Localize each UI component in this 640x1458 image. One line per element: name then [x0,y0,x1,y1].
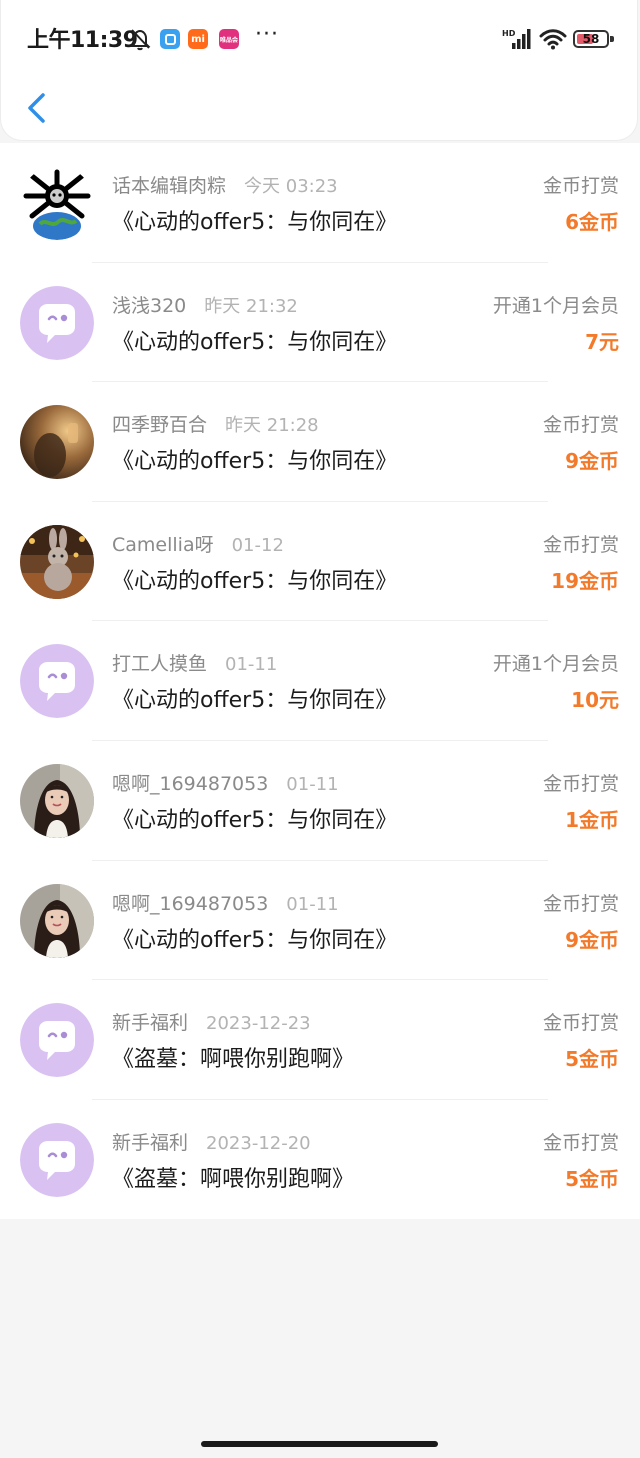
cellular-signal-icon: HD [502,29,531,49]
network-type-label: HD [502,29,516,38]
record-username[interactable]: 嗯啊_169487053 [112,773,268,795]
status-time: 上午11:39 [27,28,138,53]
record-username-line: 嗯啊_169487053 01-11 [112,769,339,796]
reward-records-page: 上午11:39 mi 唯品会 ··· HD 58 话本编辑肉粽 今天 03:23… [0,0,640,1458]
vip-app-icon: 唯品会 [219,29,239,49]
avatar[interactable] [20,763,94,838]
record-row[interactable]: 嗯啊_169487053 01-11 《心动的offer5：与你同在》 金币打赏 1金币 [0,741,640,861]
record-book-title[interactable]: 《盗墓：啊喂你别跑啊》 [112,1161,354,1193]
avatar[interactable] [20,644,94,719]
record-username-line: 打工人摸鱼 01-11 [112,649,277,676]
record-reward-amount: 19金币 [551,568,619,593]
status-bar: 上午11:39 mi 唯品会 ··· HD 58 [1,0,640,80]
record-username-line: 话本编辑肉粽 今天 03:23 [112,171,338,198]
home-indicator[interactable] [201,1441,438,1447]
record-username-line: 浅浅320 昨天 21:32 [112,291,298,318]
reward-records-list: 话本编辑肉粽 今天 03:23 《心动的offer5：与你同在》 金币打赏 6金币 浅浅3… [0,143,640,1220]
record-reward-amount: 7元 [585,329,619,354]
record-username[interactable]: 新手福利 [112,1132,188,1154]
record-reward-amount: 9金币 [565,449,619,474]
record-reward-type: 金币打赏 [542,1012,619,1035]
record-reward-amount: 9金币 [565,927,619,952]
record-reward-type: 开通1个月会员 [492,294,619,317]
record-time: 2023-12-23 [206,1013,311,1035]
record-book-title[interactable]: 《心动的offer5：与你同在》 [112,922,397,954]
record-username-line: 嗯啊_169487053 01-11 [112,889,339,916]
record-username[interactable]: 新手福利 [112,1012,188,1034]
record-username-line: 新手福利 2023-12-20 [112,1128,311,1155]
record-book-title[interactable]: 《心动的offer5：与你同在》 [112,204,397,236]
avatar[interactable] [20,405,94,480]
record-reward-amount: 10元 [571,688,619,713]
record-row[interactable]: 四季野百合 昨天 21:28 《心动的offer5：与你同在》 金币打赏 9金币 [0,382,640,502]
record-book-title[interactable]: 《心动的offer5：与你同在》 [112,324,397,356]
record-username[interactable]: 话本编辑肉粽 [112,175,226,197]
record-reward-type: 开通1个月会员 [492,653,619,676]
record-reward-amount: 1金币 [565,807,619,832]
record-username[interactable]: Camellia呀 [112,534,214,556]
mi-app-icon: mi [188,29,208,49]
record-time: 01-11 [286,773,339,795]
avatar[interactable] [20,883,94,958]
record-reward-amount: 5金币 [565,1166,619,1191]
avatar[interactable] [20,285,94,360]
more-notifications-icon: ··· [255,22,279,47]
avatar[interactable] [20,1122,94,1197]
record-time: 01-11 [225,654,278,676]
record-username[interactable]: 打工人摸鱼 [112,653,207,675]
record-reward-type: 金币打赏 [542,414,619,437]
record-username-line: Camellia呀 01-12 [112,530,284,557]
record-time: 2023-12-20 [206,1132,311,1154]
record-reward-amount: 5金币 [565,1047,619,1072]
record-row[interactable]: 新手福利 2023-12-23 《盗墓：啊喂你别跑啊》 金币打赏 5金币 [0,980,640,1100]
record-time: 01-12 [231,534,284,556]
record-reward-type: 金币打赏 [542,533,619,556]
record-reward-type: 金币打赏 [542,772,619,795]
battery-icon: 58 [573,30,615,50]
record-book-title[interactable]: 《心动的offer5：与你同在》 [112,682,397,714]
chevron-left-icon [28,93,45,123]
record-row[interactable]: 嗯啊_169487053 01-11 《心动的offer5：与你同在》 金币打赏 9金币 [0,861,640,981]
avatar[interactable] [20,1003,94,1078]
record-username[interactable]: 浅浅320 [112,295,186,317]
record-time: 01-11 [286,893,339,915]
avatar[interactable] [20,524,94,599]
record-username[interactable]: 嗯啊_169487053 [112,893,268,915]
record-reward-type: 金币打赏 [542,175,619,197]
record-reward-type: 金币打赏 [542,1131,619,1154]
record-row[interactable]: 新手福利 2023-12-20 《盗墓：啊喂你别跑啊》 金币打赏 5金币 [0,1100,640,1220]
record-reward-amount: 6金币 [565,210,619,234]
record-row[interactable]: 话本编辑肉粽 今天 03:23 《心动的offer5：与你同在》 金币打赏 6金币 [0,143,640,263]
record-row[interactable]: 浅浅320 昨天 21:32 《心动的offer5：与你同在》 开通1个月会员 7元 [0,263,640,383]
record-book-title[interactable]: 《心动的offer5：与你同在》 [112,802,397,834]
record-book-title[interactable]: 《心动的offer5：与你同在》 [112,443,397,475]
header-bar: 上午11:39 mi 唯品会 ··· HD 58 [0,0,638,141]
wifi-icon [539,29,567,50]
record-username[interactable]: 四季野百合 [112,414,207,436]
bell-off-icon [129,29,151,51]
record-row[interactable]: 打工人摸鱼 01-11 《心动的offer5：与你同在》 开通1个月会员 10元 [0,621,640,741]
record-time: 今天 03:23 [244,176,338,197]
blue-app-icon [160,29,180,49]
record-username-line: 新手福利 2023-12-23 [112,1008,311,1035]
record-reward-type: 金币打赏 [542,892,619,915]
avatar[interactable] [20,166,94,240]
record-time: 昨天 21:32 [204,295,298,317]
battery-percent: 58 [582,32,600,46]
record-book-title[interactable]: 《盗墓：啊喂你别跑啊》 [112,1041,354,1073]
back-button[interactable] [19,88,55,128]
record-book-title[interactable]: 《心动的offer5：与你同在》 [112,563,397,595]
record-row[interactable]: Camellia呀 01-12 《心动的offer5：与你同在》 金币打赏 19金币 [0,502,640,622]
record-username-line: 四季野百合 昨天 21:28 [112,410,319,437]
record-time: 昨天 21:28 [225,415,319,437]
